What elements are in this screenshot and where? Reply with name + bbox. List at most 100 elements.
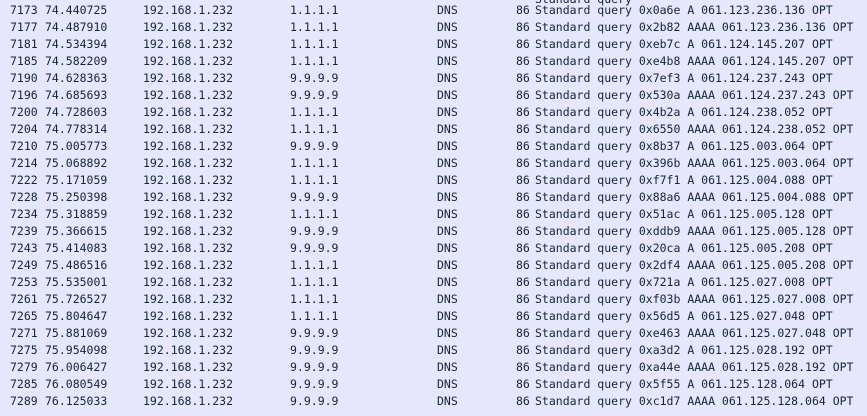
packet-number: 7185 [10, 54, 38, 68]
packet-row[interactable]: 7185 74.582209 192.168.1.232 1.1.1.1 DNS 86 St… [0, 53, 867, 70]
packet-destination: 9.9.9.9 [290, 326, 339, 340]
packet-destination: 1.1.1.1 [290, 275, 339, 289]
packet-source: 192.168.1.232 [143, 394, 234, 408]
packet-source: 192.168.1.232 [143, 275, 234, 289]
packet-source: 192.168.1.232 [143, 258, 234, 272]
packet-list[interactable]: Standard query 717374.440725192.168.1.23… [0, 0, 867, 416]
packet-row[interactable]: 7210 75.005773 192.168.1.232 9.9.9.9 DNS 86 St… [0, 138, 867, 155]
packet-source: 192.168.1.232 [143, 224, 234, 238]
packet-destination: 9.9.9.9 [290, 88, 339, 102]
packet-row[interactable]: 7249 75.486516 192.168.1.232 1.1.1.1 DNS 86 St… [0, 257, 867, 274]
packet-destination: 9.9.9.9 [290, 343, 339, 357]
packet-length: 86 [516, 156, 530, 170]
packet-row[interactable]: 7279 76.006427 192.168.1.232 9.9.9.9 DNS 86 St… [0, 359, 867, 376]
packet-row[interactable]: 7285 76.080549 192.168.1.232 9.9.9.9 DNS 86 St… [0, 376, 867, 393]
packet-row[interactable]: 7271 75.881069 192.168.1.232 9.9.9.9 DNS 86 St… [0, 325, 867, 342]
packet-source: 192.168.1.232 [143, 326, 234, 340]
packet-number: 7261 [10, 292, 38, 306]
packet-length: 86 [516, 309, 530, 323]
packet-destination: 1.1.1.1 [290, 258, 339, 272]
packet-protocol: DNS [437, 224, 458, 238]
packet-length: 86 [516, 122, 530, 136]
packet-protocol: DNS [437, 258, 458, 272]
packet-protocol: DNS [437, 207, 458, 221]
packet-time: 76.080549 [45, 377, 108, 391]
packet-length: 86 [516, 241, 530, 255]
packet-row[interactable]: 7177 74.487910 192.168.1.232 1.1.1.1 DNS 86 St… [0, 19, 867, 36]
packet-time: 75.881069 [45, 326, 108, 340]
packet-length: 86 [516, 173, 530, 187]
packet-row[interactable]: 7234 75.318859 192.168.1.232 1.1.1.1 DNS 86 St… [0, 206, 867, 223]
packet-time: 76.125033 [45, 394, 108, 408]
packet-row[interactable]: 7228 75.250398 192.168.1.232 9.9.9.9 DNS 86 St… [0, 189, 867, 206]
packet-info: Standard query 0x4b2a A 061.124.238.052 … [535, 105, 833, 119]
packet-protocol: DNS [437, 3, 458, 17]
packet-time: 75.414083 [45, 241, 108, 255]
packet-source: 192.168.1.232 [143, 207, 234, 221]
packet-info: Standard query 0x7ef3 A 061.124.237.243 … [535, 71, 833, 85]
packet-time: 74.534394 [45, 37, 108, 51]
packet-info: Standard query 0x2df4 AAAA 061.125.005.2… [535, 258, 854, 272]
packet-destination: 9.9.9.9 [290, 71, 339, 85]
packet-row[interactable]: 7190 74.628363 192.168.1.232 9.9.9.9 DNS 86 St… [0, 70, 867, 87]
packet-info: Standard query 0x0a6e A 061.123.236.136 … [535, 3, 833, 17]
packet-destination: 1.1.1.1 [290, 20, 339, 34]
packet-number: 7285 [10, 377, 38, 391]
packet-row[interactable]: 7200 74.728603 192.168.1.232 1.1.1.1 DNS 86 St… [0, 104, 867, 121]
packet-number: 7210 [10, 139, 38, 153]
packet-row[interactable]: 7253 75.535001 192.168.1.232 1.1.1.1 DNS 86 St… [0, 274, 867, 291]
packet-source: 192.168.1.232 [143, 122, 234, 136]
packet-time: 75.726527 [45, 292, 108, 306]
packet-protocol: DNS [437, 88, 458, 102]
packet-row[interactable]: 7261 75.726527 192.168.1.232 1.1.1.1 DNS 86 St… [0, 291, 867, 308]
packet-row[interactable]: 7243 75.414083 192.168.1.232 9.9.9.9 DNS 86 St… [0, 240, 867, 257]
packet-row[interactable]: 7289 76.125033 192.168.1.232 9.9.9.9 DNS 86 St… [0, 393, 867, 410]
packet-source: 192.168.1.232 [143, 139, 234, 153]
packet-number: 7200 [10, 105, 38, 119]
packet-protocol: DNS [437, 139, 458, 153]
packet-number: 7173 [10, 3, 38, 17]
packet-row[interactable]: 7239 75.366615 192.168.1.232 9.9.9.9 DNS 86 St… [0, 223, 867, 240]
packet-length: 86 [516, 326, 530, 340]
packet-info: Standard query 0x530a AAAA 061.124.237.2… [535, 88, 854, 102]
packet-destination: 1.1.1.1 [290, 292, 339, 306]
packet-time: 76.006427 [45, 360, 108, 374]
packet-length: 86 [516, 275, 530, 289]
packet-time: 75.318859 [45, 207, 108, 221]
packet-row[interactable]: 7214 75.068892 192.168.1.232 1.1.1.1 DNS 86 St… [0, 155, 867, 172]
packet-destination: 9.9.9.9 [290, 190, 339, 204]
packet-number: 7204 [10, 122, 38, 136]
packet-length: 86 [516, 343, 530, 357]
packet-number: 7196 [10, 88, 38, 102]
packet-row[interactable]: 7222 75.171059 192.168.1.232 1.1.1.1 DNS 86 St… [0, 172, 867, 189]
packet-destination: 1.1.1.1 [290, 3, 339, 17]
packet-info: Standard query 0xf7f1 A 061.125.004.088 … [535, 173, 833, 187]
packet-number: 7271 [10, 326, 38, 340]
packet-protocol: DNS [437, 54, 458, 68]
packet-protocol: DNS [437, 275, 458, 289]
packet-time: 75.250398 [45, 190, 108, 204]
packet-number: 7249 [10, 258, 38, 272]
packet-source: 192.168.1.232 [143, 54, 234, 68]
packet-destination: 1.1.1.1 [290, 54, 339, 68]
packet-source: 192.168.1.232 [143, 377, 234, 391]
packet-row[interactable]: 7173 74.440725 192.168.1.232 1.1.1.1 DNS 86 St… [0, 2, 867, 19]
packet-time: 75.005773 [45, 139, 108, 153]
packet-source: 192.168.1.232 [143, 71, 234, 85]
packet-destination: 1.1.1.1 [290, 156, 339, 170]
packet-info: Standard query 0xeb7c A 061.124.145.207 … [535, 37, 833, 51]
packet-time: 74.728603 [45, 105, 108, 119]
packet-source: 192.168.1.232 [143, 190, 234, 204]
packet-row[interactable]: 7196 74.685693 192.168.1.232 9.9.9.9 DNS 86 St… [0, 87, 867, 104]
packet-number: 7181 [10, 37, 38, 51]
packet-row[interactable]: 7204 74.778314 192.168.1.232 1.1.1.1 DNS 86 St… [0, 121, 867, 138]
packet-row[interactable]: 7181 74.534394 192.168.1.232 1.1.1.1 DNS 86 St… [0, 36, 867, 53]
packet-time: 74.628363 [45, 71, 108, 85]
packet-time: 74.582209 [45, 54, 108, 68]
packet-length: 86 [516, 54, 530, 68]
packet-destination: 1.1.1.1 [290, 105, 339, 119]
packet-row[interactable]: 7265 75.804647 192.168.1.232 1.1.1.1 DNS 86 St… [0, 308, 867, 325]
packet-info: Standard query 0xe4b8 AAAA 061.124.145.2… [535, 54, 854, 68]
packet-info: Standard query 0xa3d2 A 061.125.028.192 … [535, 343, 833, 357]
packet-row[interactable]: 7275 75.954098 192.168.1.232 9.9.9.9 DNS 86 St… [0, 342, 867, 359]
